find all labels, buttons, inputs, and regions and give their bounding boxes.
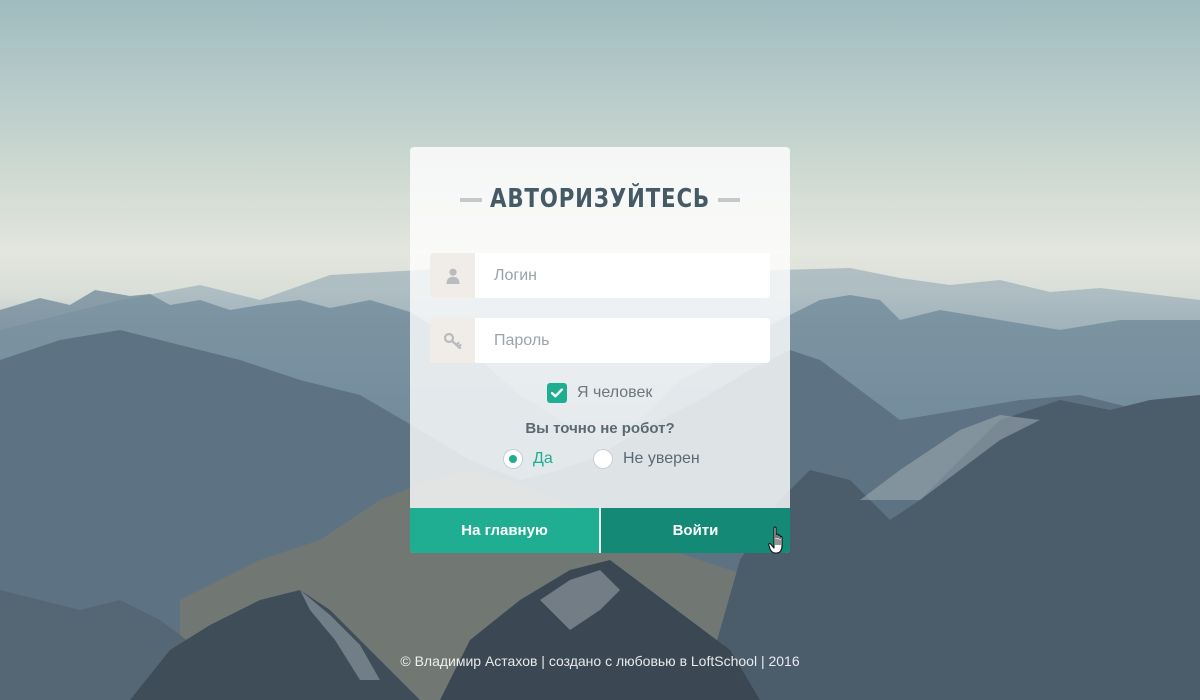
radio-not-sure-label: Не уверен [623, 450, 700, 467]
password-input[interactable] [475, 318, 770, 363]
radio-option-not-sure[interactable]: Не уверен [593, 449, 700, 469]
radio-yes[interactable] [503, 449, 523, 469]
password-field [430, 318, 770, 363]
human-checkbox-label: Я человек [577, 384, 653, 401]
login-card: АВТОРИЗУЙТЕСЬ Я человек [410, 147, 790, 553]
radio-option-yes[interactable]: Да [503, 449, 553, 469]
radio-yes-label: Да [533, 450, 553, 467]
login-button[interactable]: Войти [601, 508, 790, 553]
hand-cursor-icon [768, 526, 790, 556]
footer-copyright: © Владимир Астахов | создано с любовью в… [400, 653, 800, 669]
key-icon [430, 318, 475, 363]
checkmark-icon [551, 388, 563, 398]
login-input[interactable] [475, 253, 770, 298]
page-title: АВТОРИЗУЙТЕСЬ [490, 184, 710, 214]
title-dash-right [718, 198, 740, 202]
login-field [430, 253, 770, 298]
human-checkbox[interactable] [547, 383, 567, 403]
user-icon [430, 253, 475, 298]
robot-question: Вы точно не робот? [525, 420, 675, 437]
radio-not-sure[interactable] [593, 449, 613, 469]
human-check-row: Я человек [547, 383, 652, 403]
home-button[interactable]: На главную [410, 508, 599, 553]
